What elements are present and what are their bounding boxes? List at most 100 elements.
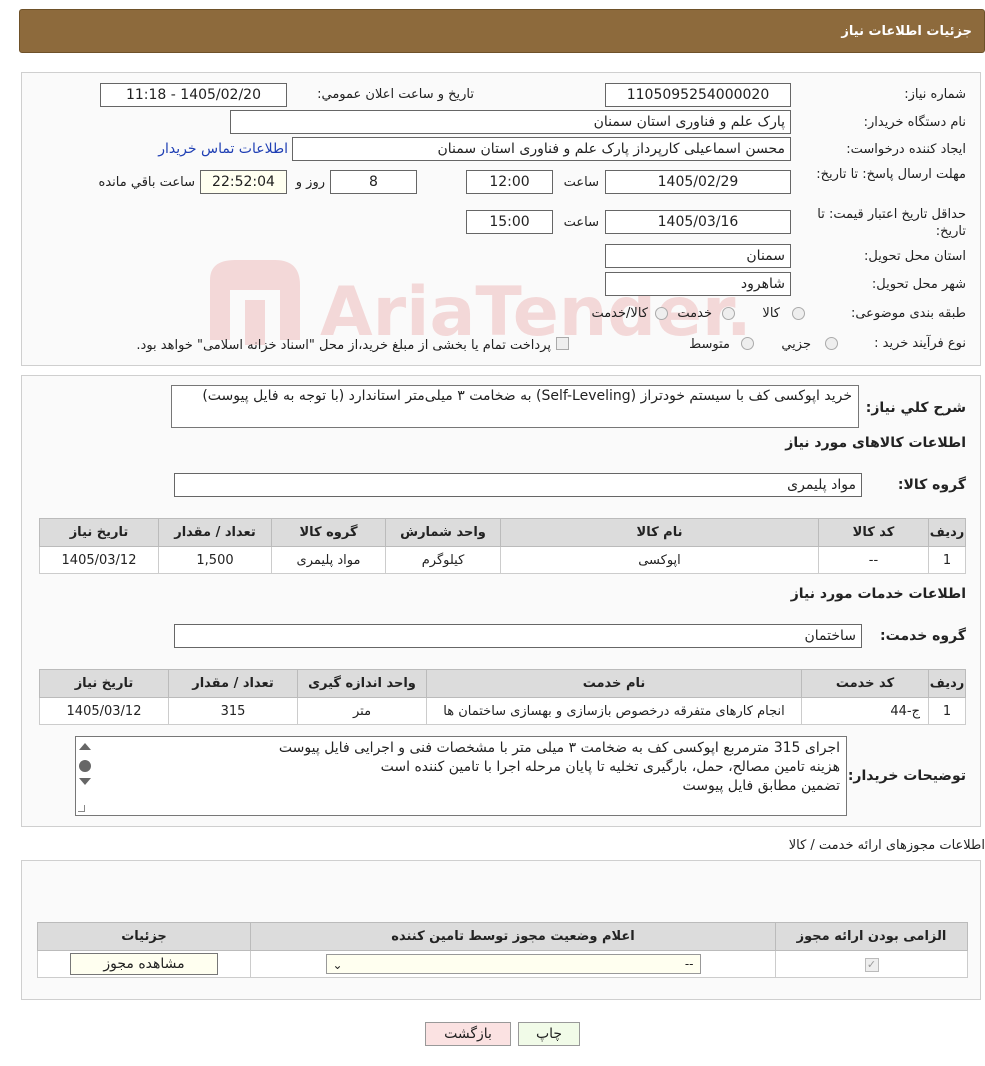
deadline-time-label: ساعت [563, 175, 599, 190]
permit-status-select[interactable]: ⌄ -- [325, 954, 701, 974]
permit-status-value: -- [684, 957, 694, 971]
scrollbar-thumb[interactable] [79, 760, 91, 772]
validity-date-field: 1405/03/16 [605, 210, 791, 234]
city-label: شهر محل تحویل: [871, 277, 966, 292]
cell-row: 1 [928, 546, 966, 574]
goods-table: ردیف کد کالا نام کالا واحد شمارش گروه کا… [39, 518, 966, 574]
cell-permit-status: ⌄ -- [250, 950, 776, 978]
chevron-down-icon: ⌄ [332, 958, 343, 972]
deadline-label: مهلت ارسال پاسخ: تا تاریخ: [816, 167, 966, 182]
table-row: 1 -- اپوکسی کیلوگرم مواد پلیمری 1,500 14… [39, 546, 966, 574]
col-unit: واحد شمارش [385, 518, 501, 547]
col-quantity: تعداد / مقدار [168, 669, 298, 698]
days-label: روز و [295, 175, 325, 190]
cell-goods-code: -- [818, 546, 929, 574]
col-permit-required: الزامی بودن ارائه مجوز [775, 922, 968, 951]
permits-table-header: الزامی بودن ارائه مجوز اعلام وضعیت مجوز … [37, 922, 968, 951]
col-quantity: تعداد / مقدار [158, 518, 272, 547]
announce-field: 1405/02/20 - 11:18 [100, 83, 287, 107]
col-need-date: تاریخ نیاز [39, 518, 159, 547]
cell-need-date: 1405/03/12 [39, 546, 159, 574]
cell-goods-name: اپوکسی [500, 546, 819, 574]
deadline-time-field: 12:00 [466, 170, 553, 194]
buyer-field: پارک علم و فناوری استان سمنان [230, 110, 791, 134]
cell-unit: کیلوگرم [385, 546, 501, 574]
services-table: ردیف کد خدمت نام خدمت واحد اندازه گیری ت… [39, 669, 966, 725]
print-button[interactable]: چاپ [518, 1022, 580, 1046]
cell-permit-required: ✓ [775, 950, 968, 978]
need-no-field: 1105095254000020 [605, 83, 791, 107]
cell-goods-group: مواد پلیمری [271, 546, 386, 574]
page-title-bar: جزئیات اطلاعات نیاز [19, 9, 985, 53]
cell-permit-details: مشاهده مجوز [37, 950, 251, 978]
validity-time-field: 15:00 [466, 210, 553, 234]
view-permit-button[interactable]: مشاهده مجوز [70, 953, 218, 975]
permit-required-checkbox[interactable]: ✓ [864, 957, 879, 972]
col-goods-group: گروه کالا [271, 518, 386, 547]
services-table-header: ردیف کد خدمت نام خدمت واحد اندازه گیری ت… [39, 669, 966, 698]
cell-service-code: ج-44 [801, 697, 929, 725]
col-measure-unit: واحد اندازه گیری [297, 669, 427, 698]
cell-quantity: 315 [168, 697, 298, 725]
process-label: نوع فرآیند خرید : [874, 336, 966, 351]
table-row: 1 ج-44 انجام کارهای متفرقه درخصوص بازساز… [39, 697, 966, 725]
validity-time-label: ساعت [563, 215, 599, 230]
deadline-date-field: 1405/02/29 [605, 170, 791, 194]
category-label: طبقه بندی موضوعی: [850, 306, 966, 321]
table-row: ✓ ⌄ -- مشاهده مجوز [37, 950, 968, 978]
category-option-goods: کالا [762, 306, 780, 321]
category-radio-service[interactable] [722, 307, 735, 320]
col-permit-status: اعلام وضعیت مجوز توسط تامین کننده [250, 922, 776, 951]
category-option-service: خدمت [677, 306, 712, 321]
province-field: سمنان [605, 244, 791, 268]
process-option-minor: جزیي [781, 337, 811, 352]
permits-section-title: اطلاعات مجوزهای ارائه خدمت / کالا [788, 838, 985, 853]
service-group-label: گروه خدمت: [880, 628, 966, 644]
col-service-name: نام خدمت [426, 669, 802, 698]
goods-table-header: ردیف کد کالا نام کالا واحد شمارش گروه کا… [39, 518, 966, 547]
buyer-note-line: هزینه تامین مصالح، حمل، بارگیری تخلیه تا… [380, 759, 840, 775]
process-note: پرداخت تمام یا بخشی از مبلغ خرید،از محل … [136, 338, 551, 353]
description-label: شرح کلي نیاز: [865, 400, 966, 416]
buyer-notes-textarea[interactable]: اجرای 315 مترمربع اپوکسی کف به ضخامت ۳ م… [75, 736, 847, 816]
buyer-note-line: اجرای 315 مترمربع اپوکسی کف به ضخامت ۳ م… [278, 740, 840, 756]
cell-measure-unit: متر [297, 697, 427, 725]
goods-group-label: گروه کالا: [897, 477, 966, 493]
category-radio-both[interactable] [655, 307, 668, 320]
goods-section-title: اطلاعات کالاهای مورد نیاز [785, 435, 966, 451]
buyer-notes-label: توضیحات خریدار: [847, 768, 966, 784]
scroll-up-icon[interactable] [79, 743, 91, 750]
col-goods-name: نام کالا [500, 518, 819, 547]
resize-grip-icon[interactable] [78, 805, 85, 812]
permits-table: الزامی بودن ارائه مجوز اعلام وضعیت مجوز … [37, 922, 968, 978]
creator-label: ایجاد کننده درخواست: [846, 142, 966, 157]
buyer-note-line: تضمین مطابق فایل پیوست [682, 778, 840, 794]
cell-service-name: انجام کارهای متفرقه درخصوص بازسازی و بهس… [426, 697, 802, 725]
process-checkbox[interactable] [556, 337, 569, 350]
province-label: استان محل تحویل: [864, 249, 966, 264]
cell-quantity: 1,500 [158, 546, 272, 574]
category-option-both: کالا/خدمت [591, 306, 648, 321]
city-field: شاهرود [605, 272, 791, 296]
cell-row: 1 [928, 697, 966, 725]
creator-field: محسن اسماعیلی کارپرداز پارک علم و فناوری… [292, 137, 791, 161]
process-radio-medium[interactable] [741, 337, 754, 350]
category-radio-goods[interactable] [792, 307, 805, 320]
process-radio-minor[interactable] [825, 337, 838, 350]
remaining-time-field: 22:52:04 [200, 170, 287, 194]
col-service-code: کد خدمت [801, 669, 929, 698]
col-need-date: تاریخ نیاز [39, 669, 169, 698]
page-title: جزئیات اطلاعات نیاز [841, 24, 972, 39]
remaining-label: ساعت باقي مانده [98, 175, 195, 190]
validity-label: حداقل تاریخ اعتبار قیمت: تا تاریخ: [817, 207, 966, 239]
service-group-field: ساختمان [174, 624, 862, 648]
description-textarea[interactable]: خرید اپوکسی کف با سیستم خودتراز (Self-Le… [171, 385, 859, 428]
col-row: ردیف [928, 518, 966, 547]
contact-buyer-link[interactable]: اطلاعات تماس خریدار [158, 141, 288, 157]
col-goods-code: کد کالا [818, 518, 929, 547]
scroll-down-icon[interactable] [79, 778, 91, 785]
col-row: ردیف [928, 669, 966, 698]
back-button[interactable]: بازگشت [425, 1022, 511, 1046]
process-option-medium: متوسط [689, 337, 730, 352]
services-section-title: اطلاعات خدمات مورد نیاز [790, 586, 966, 602]
